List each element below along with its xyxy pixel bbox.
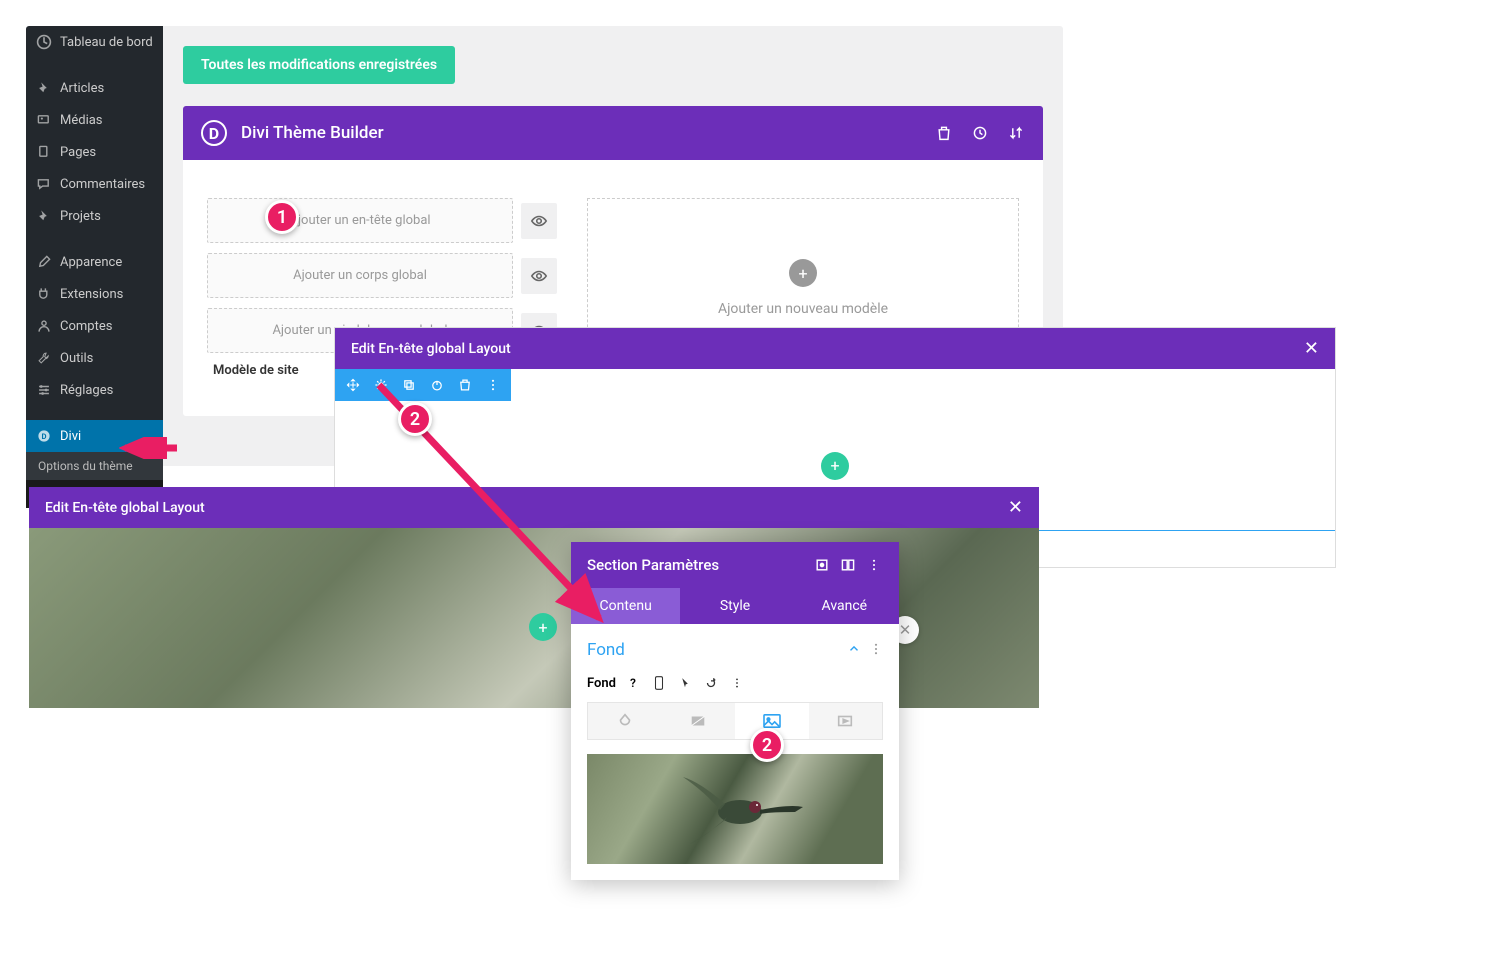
visibility-toggle[interactable] (521, 203, 557, 239)
builder-title: Divi Thème Builder (241, 123, 935, 143)
divi-logo-icon: D (201, 120, 227, 146)
mobile-icon[interactable] (650, 674, 668, 692)
user-icon (36, 318, 52, 334)
sidebar-label: Médias (60, 113, 103, 128)
edit-header: Edit En-tête global Layout ✕ (335, 328, 1335, 369)
more-icon[interactable] (869, 641, 883, 660)
reset-icon[interactable] (702, 674, 720, 692)
sliders-icon (36, 382, 52, 398)
sidebar-label: Réglages (60, 383, 113, 398)
chevron-up-icon[interactable] (847, 641, 861, 660)
annotation-marker-3: 2 (750, 728, 784, 762)
bg-tab-gradient[interactable] (662, 703, 736, 739)
wrench-icon (36, 350, 52, 366)
sidebar-item-articles[interactable]: Articles (26, 72, 163, 104)
help-icon[interactable]: ? (624, 674, 642, 692)
close-icon[interactable]: ✕ (1304, 338, 1319, 359)
sidebar-item-extensions[interactable]: Extensions (26, 278, 163, 310)
brush-icon (36, 254, 52, 270)
columns-icon[interactable] (839, 556, 857, 574)
sidebar-item-appearance[interactable]: Apparence (26, 246, 163, 278)
visibility-toggle[interactable] (521, 258, 557, 294)
sidebar-item-media[interactable]: Médias (26, 104, 163, 136)
annotation-arrow (119, 437, 179, 459)
fond-label: Fond (587, 676, 616, 691)
sidebar-item-projects[interactable]: Projets (26, 200, 163, 232)
sidebar-label: Outils (60, 351, 93, 366)
pin-icon (36, 208, 52, 224)
annotation-marker-1: 1 (265, 200, 299, 234)
add-global-header[interactable]: Ajouter un en-tête global (207, 198, 513, 243)
move-icon[interactable] (345, 377, 361, 393)
history-icon[interactable] (971, 124, 989, 142)
sort-icon[interactable] (1007, 124, 1025, 142)
close-icon[interactable]: ✕ (1008, 497, 1023, 518)
bg-image-preview[interactable] (587, 754, 883, 864)
tab-advanced[interactable]: Avancé (790, 588, 899, 624)
comments-icon (36, 176, 52, 192)
bg-tab-color[interactable] (588, 703, 662, 739)
hover-icon[interactable] (676, 674, 694, 692)
tab-style[interactable]: Style (680, 588, 789, 624)
dashboard-icon (36, 34, 52, 50)
sidebar-item-comments[interactable]: Commentaires (26, 168, 163, 200)
edit-title: Edit En-tête global Layout (45, 500, 205, 516)
plug-icon (36, 286, 52, 302)
sidebar-label: Pages (60, 145, 96, 160)
sidebar-item-dashboard[interactable]: Tableau de bord (26, 26, 163, 58)
sidebar-item-accounts[interactable]: Comptes (26, 310, 163, 342)
sidebar-item-pages[interactable]: Pages (26, 136, 163, 168)
sidebar-label: Extensions (60, 287, 123, 302)
hummingbird-image (655, 762, 815, 852)
target-icon[interactable] (813, 556, 831, 574)
sidebar-label: Apparence (60, 255, 122, 270)
annotation-marker-2: 2 (398, 402, 432, 436)
sidebar-item-tools[interactable]: Outils (26, 342, 163, 374)
pages-icon (36, 144, 52, 160)
add-model-label: Ajouter un nouveau modèle (718, 301, 888, 317)
sidebar-label: Divi (60, 429, 81, 444)
svg-text:D: D (42, 432, 47, 441)
sidebar-item-settings[interactable]: Réglages (26, 374, 163, 406)
sidebar-label: Tableau de bord (60, 35, 153, 50)
add-section-button[interactable]: + (821, 452, 849, 480)
edit-title: Edit En-tête global Layout (351, 341, 511, 357)
divi-icon: D (36, 428, 52, 444)
save-button[interactable]: Toutes les modifications enregistrées (183, 46, 455, 84)
settings-title: Section Paramètres (587, 556, 805, 574)
builder-header: D Divi Thème Builder (183, 106, 1043, 160)
settings-body: Fond Fond ? (571, 624, 899, 880)
settings-tabs: Contenu Style Avancé (571, 588, 899, 624)
sidebar-label: Commentaires (60, 177, 145, 192)
plus-icon: + (789, 259, 817, 287)
wp-admin-sidebar: Tableau de bord Articles Médias Pages Co… (26, 26, 163, 508)
trash-icon[interactable] (935, 124, 953, 142)
fond-control-row: Fond ? (587, 674, 883, 692)
more-icon[interactable] (865, 556, 883, 574)
media-icon (36, 112, 52, 128)
pin-icon (36, 80, 52, 96)
settings-header[interactable]: Section Paramètres (571, 542, 899, 588)
bg-type-tabs (587, 702, 883, 740)
sidebar-label: Articles (60, 81, 104, 96)
bg-tab-video[interactable] (809, 703, 883, 739)
sidebar-label: Projets (60, 209, 101, 224)
sidebar-label: Comptes (60, 319, 112, 334)
section-fond-title[interactable]: Fond (587, 640, 847, 660)
add-global-body[interactable]: Ajouter un corps global (207, 253, 513, 298)
more-icon[interactable] (728, 674, 746, 692)
section-settings-popup: Section Paramètres Contenu Style Avancé … (571, 542, 899, 880)
